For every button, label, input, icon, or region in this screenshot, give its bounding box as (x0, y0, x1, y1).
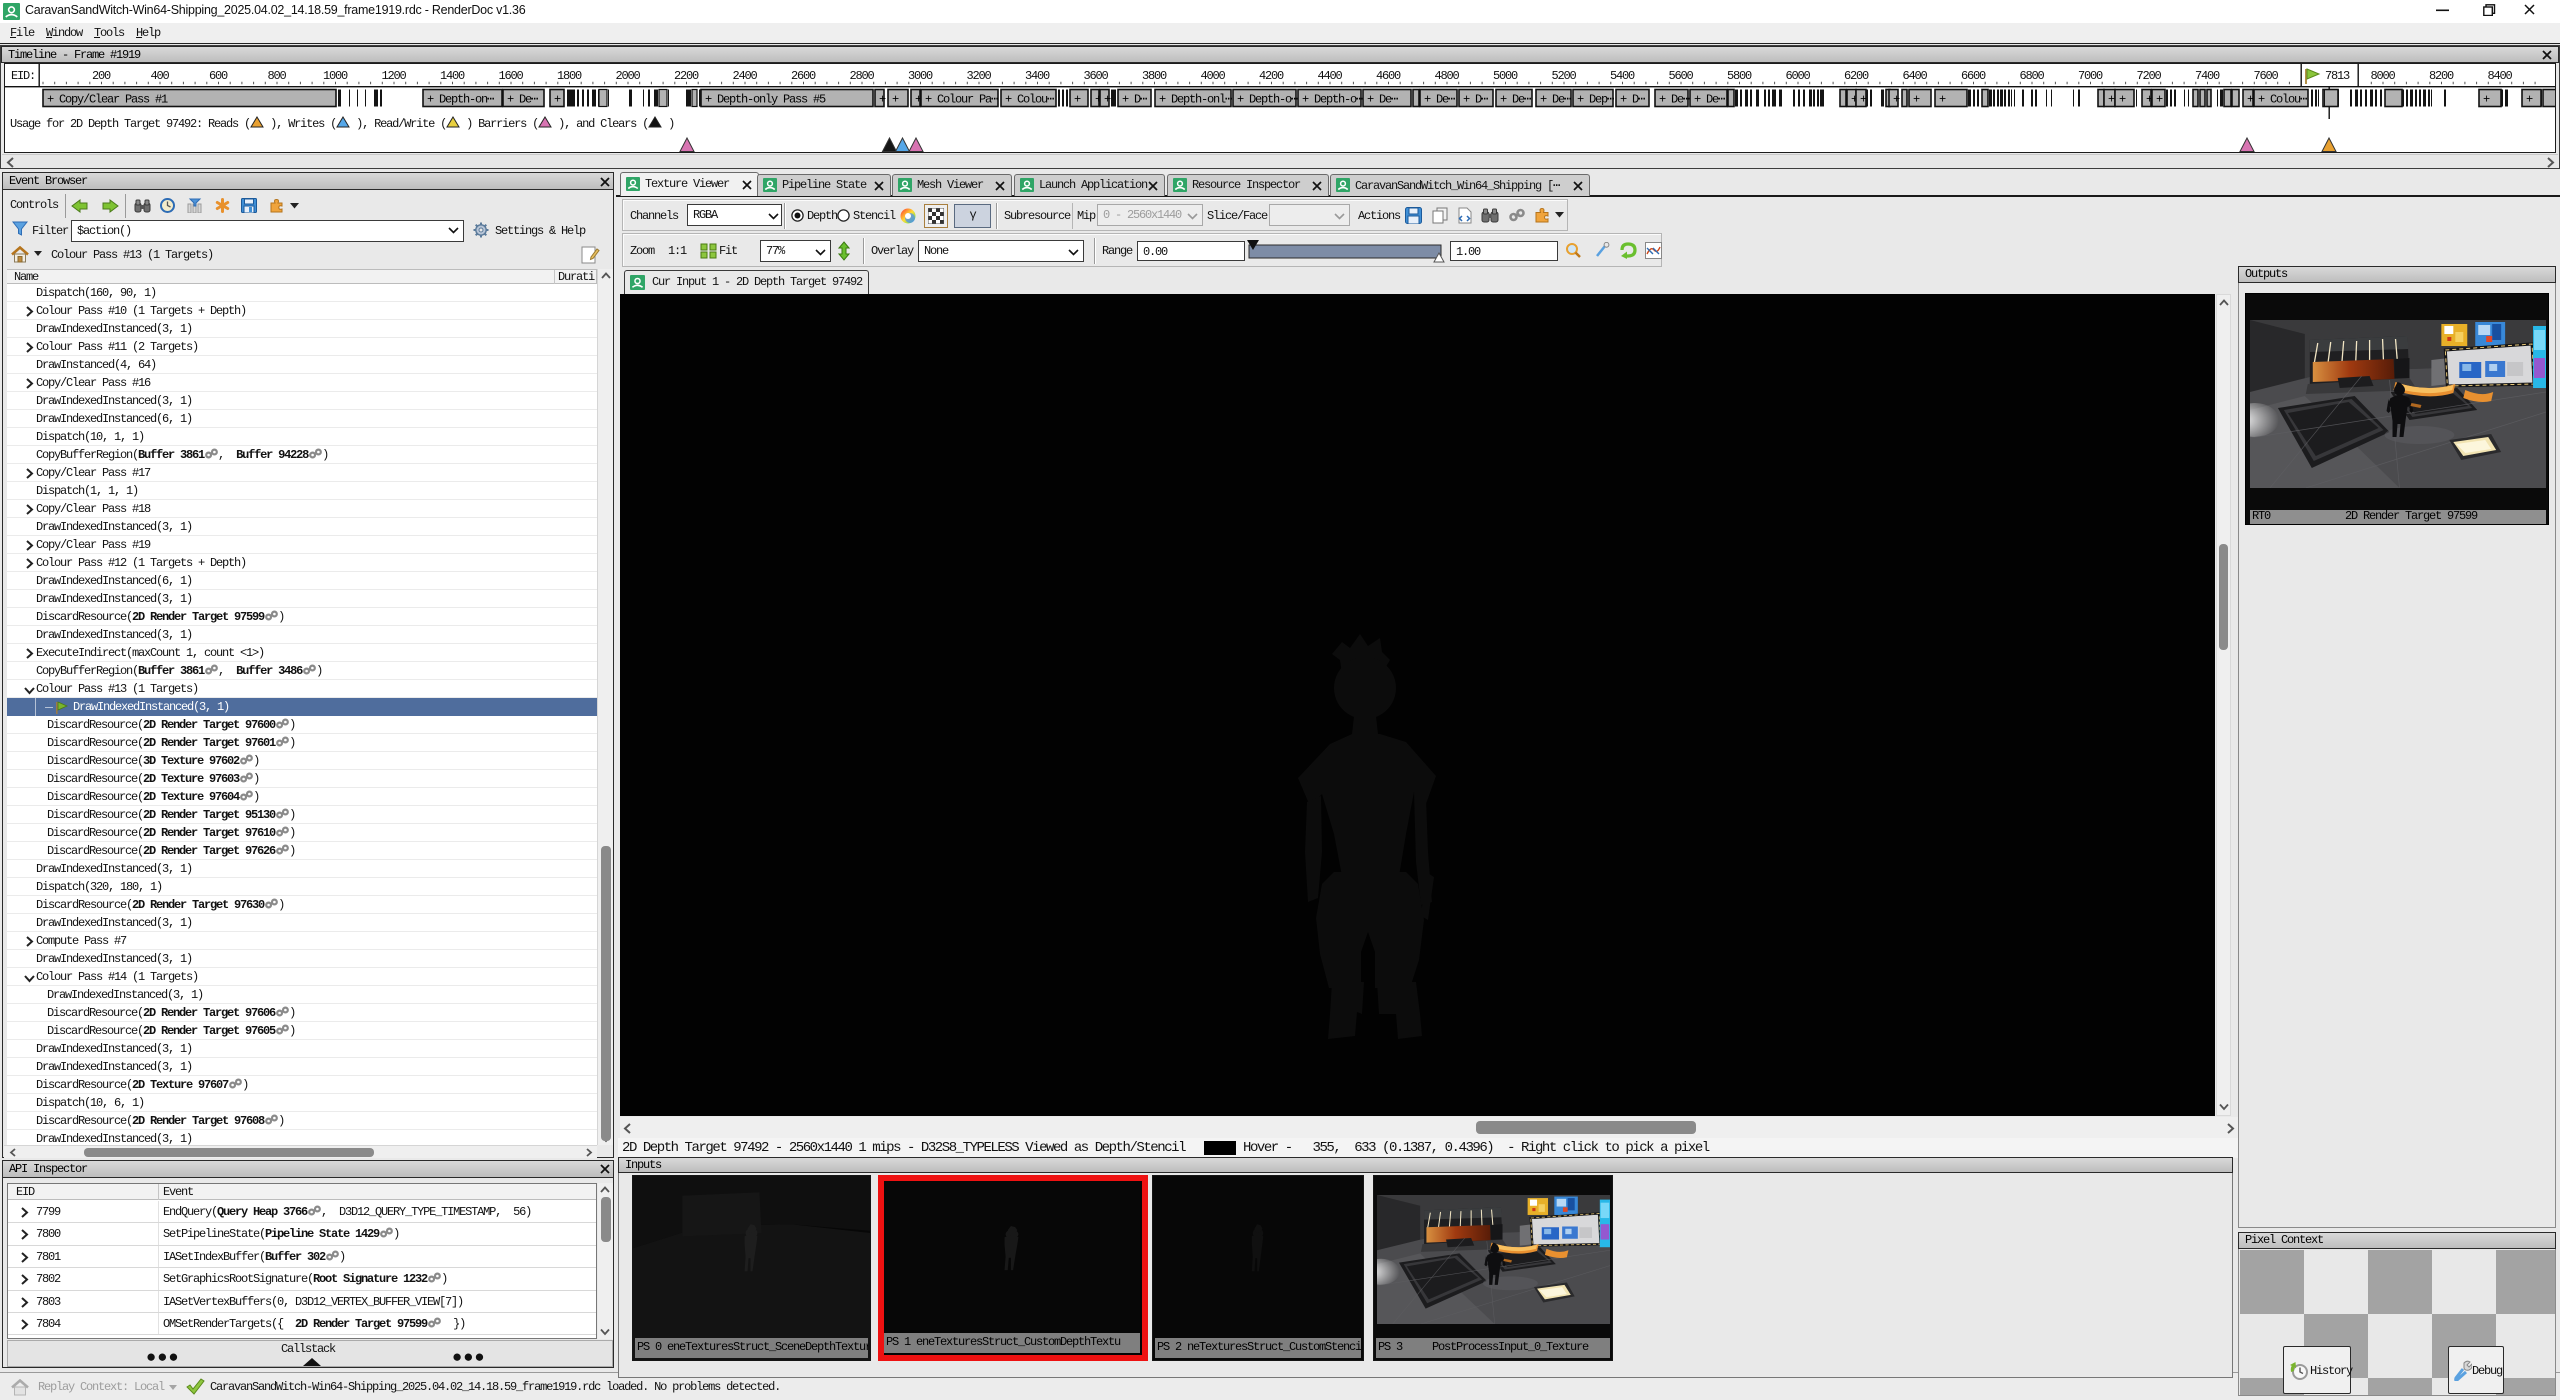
svg-text:5400: 5400 (1610, 69, 1635, 83)
svg-text:5000: 5000 (1493, 69, 1518, 83)
svg-text:+ De⋯: + De⋯ (1424, 93, 1455, 107)
svg-text:+ De⋯: + De⋯ (1659, 93, 1690, 107)
svg-text:+: + (1939, 93, 1946, 107)
svg-text:8200: 8200 (2429, 69, 2454, 83)
svg-text:7000: 7000 (2078, 69, 2103, 83)
svg-text:+: + (2483, 93, 2490, 107)
svg-text:+ De⋯: + De⋯ (1500, 93, 1531, 107)
svg-text:+ Colou⋯: + Colou⋯ (2258, 93, 2307, 107)
svg-text:+: + (2119, 93, 2126, 107)
svg-text:+ Depth-o⋯: + Depth-o⋯ (1237, 93, 1298, 107)
svg-text:+ Colou⋯: + Colou⋯ (1005, 93, 1054, 107)
svg-text:6800: 6800 (2020, 69, 2045, 83)
svg-text:600: 600 (209, 69, 228, 83)
svg-text:5200: 5200 (1552, 69, 1577, 83)
svg-text:+: + (1860, 93, 1867, 107)
svg-text:1800: 1800 (557, 69, 582, 83)
svg-text:+ D⋯: + D⋯ (1463, 93, 1488, 107)
svg-text:3200: 3200 (967, 69, 992, 83)
svg-text:+ Copy/Clear Pass #1: + Copy/Clear Pass #1 (47, 93, 168, 107)
svg-text:2800: 2800 (850, 69, 875, 83)
svg-text:7400: 7400 (2195, 69, 2220, 83)
svg-text:EID:: EID: (11, 69, 35, 83)
svg-text:7600: 7600 (2254, 69, 2279, 83)
svg-text:8000: 8000 (2371, 69, 2396, 83)
svg-text:2400: 2400 (733, 69, 758, 83)
svg-text:2600: 2600 (791, 69, 816, 83)
svg-text:1400: 1400 (440, 69, 465, 83)
svg-text:+ De⋯: + De⋯ (507, 93, 538, 107)
svg-text:+: + (2156, 93, 2163, 107)
svg-text:4800: 4800 (1435, 69, 1460, 83)
svg-text:+ D⋯: + D⋯ (1122, 93, 1147, 107)
svg-text:+: + (1913, 93, 1920, 107)
svg-text:8400: 8400 (2488, 69, 2513, 83)
svg-text:+: + (1074, 93, 1081, 107)
svg-text:4600: 4600 (1376, 69, 1401, 83)
svg-text:1000: 1000 (323, 69, 348, 83)
svg-text:3800: 3800 (1142, 69, 1167, 83)
svg-text:400: 400 (151, 69, 170, 83)
svg-text:7813: 7813 (2325, 69, 2350, 83)
svg-text:800: 800 (268, 69, 287, 83)
svg-text:+: + (1893, 93, 1900, 107)
svg-text:+ De⋯: + De⋯ (1540, 93, 1571, 107)
svg-text:6600: 6600 (1961, 69, 1986, 83)
svg-text:3400: 3400 (1025, 69, 1050, 83)
svg-text:+ De⋯: + De⋯ (1694, 93, 1725, 107)
svg-text:+ Depth-onl⋯: + Depth-onl⋯ (1159, 93, 1232, 107)
svg-text:+: + (892, 93, 899, 107)
svg-text:+ D⋯: + D⋯ (1620, 93, 1645, 107)
svg-text:+: + (554, 93, 561, 107)
svg-text:6400: 6400 (1903, 69, 1928, 83)
svg-text:+: + (2108, 93, 2115, 107)
svg-text:+: + (2247, 93, 2254, 107)
svg-text:2000: 2000 (616, 69, 641, 83)
svg-text:7200: 7200 (2137, 69, 2162, 83)
svg-text:200: 200 (92, 69, 111, 83)
svg-text:+ De⋯: + De⋯ (1367, 93, 1398, 107)
svg-text:+ Colour Pa⋯: + Colour Pa⋯ (925, 93, 998, 107)
svg-text:5800: 5800 (1727, 69, 1752, 83)
svg-text:+ Depth-o⋯: + Depth-o⋯ (1302, 93, 1363, 107)
svg-text:5600: 5600 (1669, 69, 1694, 83)
svg-text:1200: 1200 (382, 69, 407, 83)
svg-text:+ Dep⋯: + Dep⋯ (1577, 93, 1614, 107)
svg-text:6000: 6000 (1786, 69, 1811, 83)
svg-text:1600: 1600 (499, 69, 524, 83)
svg-text:3600: 3600 (1084, 69, 1109, 83)
svg-text:+: + (1104, 93, 1111, 107)
svg-text:4000: 4000 (1201, 69, 1226, 83)
svg-text:+ Depth-on⋯: + Depth-on⋯ (427, 93, 494, 107)
svg-text:2200: 2200 (674, 69, 699, 83)
svg-text:+: + (879, 93, 886, 107)
svg-text:4400: 4400 (1318, 69, 1343, 83)
svg-text:6200: 6200 (1844, 69, 1869, 83)
svg-text:3000: 3000 (908, 69, 933, 83)
svg-text:+ Depth-only Pass #5: + Depth-only Pass #5 (705, 93, 826, 107)
svg-text:+: + (2526, 93, 2533, 107)
svg-text:4200: 4200 (1259, 69, 1284, 83)
